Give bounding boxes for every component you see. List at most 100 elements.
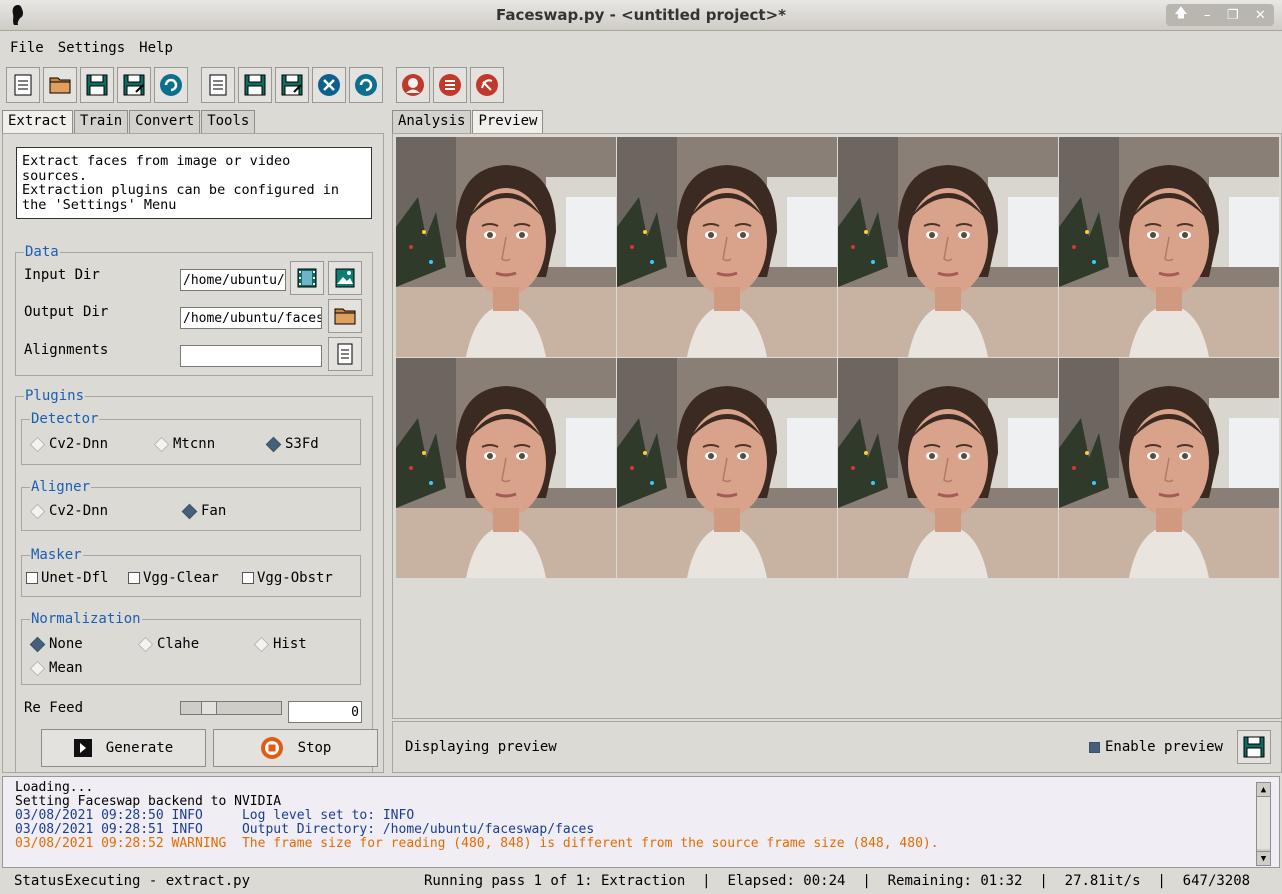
stop-button[interactable]: Stop — [213, 729, 378, 767]
reload-project-button[interactable] — [154, 67, 188, 103]
status-text: StatusExecuting - extract.py — [14, 873, 251, 889]
slider-handle[interactable] — [201, 702, 217, 714]
normalization-option-none[interactable]: None — [29, 636, 83, 652]
menu-list-button[interactable] — [433, 67, 467, 103]
new-project-button[interactable] — [6, 67, 40, 103]
normalization-option-mean[interactable]: Mean — [29, 660, 83, 676]
save-as-task-button[interactable] — [275, 67, 309, 103]
detector-option-s3fd[interactable]: S3Fd — [265, 436, 319, 452]
tab-train[interactable]: Train — [74, 110, 129, 133]
extract-options-panel: Extract faces from image or video source… — [2, 133, 384, 773]
normalization-option-hist[interactable]: Hist — [253, 636, 307, 652]
tab-preview[interactable]: Preview — [472, 110, 544, 133]
detector-group: Detector Cv2-Dnn Mtcnn S3Fd — [21, 410, 361, 465]
tab-analysis[interactable]: Analysis — [392, 110, 472, 133]
save-as-project-button[interactable] — [117, 67, 151, 103]
browse-output-button[interactable] — [328, 299, 362, 333]
re-feed-spinbox[interactable]: 0 — [288, 701, 362, 723]
preview-thumbnail — [1059, 358, 1279, 578]
masker-label: Masker — [30, 546, 83, 564]
data-group-label: Data — [24, 243, 60, 261]
preview-control-bar: Displaying preview Enable preview — [392, 721, 1282, 773]
file-icon — [337, 343, 353, 365]
aligner-option-fan[interactable]: Fan — [181, 503, 226, 519]
normalization-group: Normalization None Clahe Hist Mean — [21, 610, 361, 685]
scroll-up-icon[interactable]: ▲ — [1257, 783, 1270, 797]
tab-extract[interactable]: Extract — [2, 110, 74, 133]
preview-thumbnail — [396, 137, 616, 357]
close-icon[interactable]: ✕ — [1255, 8, 1266, 23]
normalization-label: Normalization — [30, 610, 142, 628]
open-project-button[interactable] — [43, 67, 77, 103]
preview-thumbnail — [617, 137, 837, 357]
generate-icon — [73, 739, 92, 757]
generate-button[interactable]: Generate — [41, 729, 206, 767]
maximize-icon[interactable]: ❐ — [1227, 8, 1239, 23]
scroll-thumb[interactable] — [1257, 797, 1270, 849]
folder-icon — [334, 308, 356, 325]
left-tab-bar: Extract Train Convert Tools — [2, 110, 256, 133]
tab-convert[interactable]: Convert — [129, 110, 201, 133]
reload-task-button[interactable] — [349, 67, 383, 103]
window-title: Faceswap.py - <untitled project>* — [496, 6, 786, 24]
save-preview-button[interactable] — [1237, 730, 1271, 764]
image-folder-icon — [335, 268, 355, 288]
input-dir-label: Input Dir — [24, 267, 100, 283]
keep-above-icon[interactable]: 🡅 — [1174, 4, 1187, 26]
console-line: 03/08/2021 09:28:52 WARNING The frame si… — [15, 836, 939, 851]
data-group: Data Input Dir /home/ubuntu/faceswap/vid… — [15, 243, 373, 376]
normalization-option-clahe[interactable]: Clahe — [137, 636, 199, 652]
tab-tools[interactable]: Tools — [201, 110, 256, 133]
output-dir-label: Output Dir — [24, 304, 109, 320]
checkbox — [242, 572, 254, 584]
console-line: 03/08/2021 09:28:51 INFO Output Director… — [15, 822, 595, 837]
title-bar: Faceswap.py - <untitled project>* 🡅 – ❐ … — [0, 0, 1282, 31]
scroll-down-icon[interactable]: ▼ — [1257, 851, 1270, 865]
masker-option-unet-dfl[interactable]: Unet-Dfl — [26, 570, 108, 586]
save-project-button[interactable] — [80, 67, 114, 103]
clear-icon — [318, 74, 340, 96]
console-line: 03/08/2021 09:28:50 INFO Log level set t… — [15, 808, 415, 823]
browse-video-button[interactable] — [290, 261, 324, 295]
toolbar — [6, 67, 507, 105]
detector-option-mtcnn[interactable]: Mtcnn — [153, 436, 215, 452]
menu-help[interactable]: Help — [139, 34, 173, 62]
input-dir-field[interactable]: /home/ubuntu/faceswap/video.mp4 — [180, 269, 286, 291]
aligner-option-cv2-dnn[interactable]: Cv2-Dnn — [29, 503, 108, 519]
alignments-field[interactable] — [180, 345, 322, 367]
plugins-group: Plugins Detector Cv2-Dnn Mtcnn S3Fd Alig… — [15, 387, 373, 772]
masker-group: Masker Unet-Dfl Vgg-Clear Vgg-Obstr — [21, 546, 361, 597]
preview-grid — [396, 137, 1280, 579]
video-file-icon — [297, 268, 317, 288]
masker-option-vgg-obstr[interactable]: Vgg-Obstr — [242, 570, 360, 586]
output-dir-field[interactable]: /home/ubuntu/faceswap/faces — [180, 307, 322, 329]
aligner-group: Aligner Cv2-Dnn Fan — [21, 478, 361, 531]
re-feed-label: Re Feed — [24, 700, 84, 716]
stop-icon — [260, 737, 283, 759]
reload-icon — [355, 74, 377, 96]
console-scrollbar[interactable]: ▲ ▼ — [1256, 782, 1271, 866]
menu-file[interactable]: File — [10, 34, 44, 62]
window-controls: 🡅 – ❐ ✕ — [1166, 4, 1274, 26]
preview-thumbnail — [396, 358, 616, 578]
enable-preview-checkbox[interactable]: Enable preview — [1088, 739, 1223, 755]
update-button[interactable] — [470, 67, 504, 103]
alignments-label: Alignments — [24, 342, 109, 358]
right-tab-bar: Analysis Preview — [392, 110, 544, 133]
clear-task-button[interactable] — [312, 67, 346, 103]
detector-option-cv2-dnn[interactable]: Cv2-Dnn — [29, 436, 108, 452]
save-task-button[interactable] — [238, 67, 272, 103]
preview-panel — [392, 133, 1282, 719]
new-task-button[interactable] — [201, 67, 235, 103]
menu-settings[interactable]: Settings — [58, 34, 125, 62]
minimize-icon[interactable]: – — [1204, 8, 1211, 23]
save-icon — [1243, 736, 1265, 758]
console-line: Setting Faceswap backend to NVIDIA — [15, 794, 282, 809]
checkbox — [128, 572, 140, 584]
re-feed-slider[interactable] — [180, 701, 282, 715]
masker-option-vgg-clear[interactable]: Vgg-Clear — [128, 570, 219, 586]
browse-images-button[interactable] — [328, 261, 362, 295]
faceswap-logo-button[interactable] — [396, 67, 430, 103]
browse-alignments-button[interactable] — [328, 337, 362, 371]
preview-thumbnail — [838, 137, 1058, 357]
